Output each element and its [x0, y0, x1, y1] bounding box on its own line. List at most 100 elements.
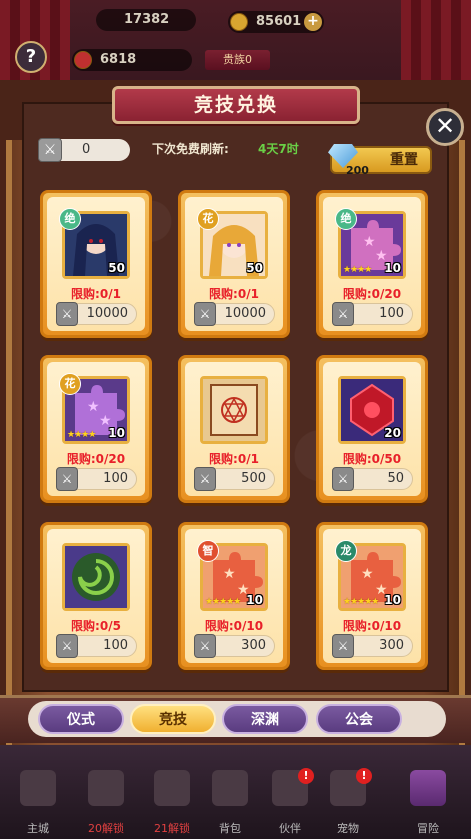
tab-guild[interactable]: 公会 [316, 704, 402, 734]
stat-pill: 17382 [96, 9, 196, 31]
power-pill: 6818 [72, 49, 192, 71]
item-thumbnail: ★ ★ 10 ★★★★ 花 [59, 373, 130, 444]
arena-token-icon: ⚔ [194, 302, 216, 326]
price-tag: ⚔ 300 [194, 634, 275, 658]
tab-abyss[interactable]: 深渊 [222, 704, 308, 734]
item-thumbnail: 50 花 [197, 208, 268, 279]
arena-token-counter: ⚔ 0 [38, 138, 130, 162]
card-inner: 限购:0/5 ⚔ 100 [47, 529, 145, 663]
reset-label: 重置 [390, 152, 418, 168]
nav-item[interactable]: 冒险 [400, 770, 456, 836]
svg-text:★: ★ [363, 234, 376, 250]
alert-dot: ! [298, 768, 314, 784]
price-value: 100 [103, 471, 128, 486]
price-value: 500 [241, 471, 266, 486]
faction-badge: 绝 [59, 208, 81, 230]
price-value: 100 [379, 306, 404, 321]
price-value: 10000 [224, 306, 266, 321]
item-thumbnail: ★ ★ 10 ★★★★ 绝 [335, 208, 406, 279]
nav-label: 伙伴 [279, 822, 301, 835]
nav-item[interactable]: ! 宠物 [320, 768, 376, 836]
item-thumbnail [62, 543, 130, 611]
shop-item-card[interactable]: 50 绝限购:0/1 ⚔ 10000 [40, 190, 152, 338]
card-inner: 限购:0/1 ⚔ 500 [185, 362, 283, 496]
reset-button[interactable]: 200 重置 [328, 144, 432, 177]
nav-item[interactable]: 20解锁 [78, 770, 134, 836]
item-quantity: 10 [384, 593, 401, 607]
card-inner: 50 绝限购:0/1 ⚔ 10000 [47, 197, 145, 331]
shop-item-card[interactable]: 20 限购:0/50 ⚔ 50 [316, 355, 428, 503]
shop-item-card[interactable]: ★ ★ 10 ★★★★★ 智限购:0/10 ⚔ 300 [178, 522, 290, 670]
reset-cost: 200 [346, 164, 369, 177]
nav-item[interactable]: 21解锁 [144, 770, 200, 836]
nav-item[interactable]: 主城 [10, 770, 66, 836]
arena-token-icon: ⚔ [194, 634, 216, 658]
purchase-limit: 限购:0/1 [209, 287, 259, 301]
shop-item-card[interactable]: 限购:0/1 ⚔ 500 [178, 355, 290, 503]
lock-icon [88, 770, 124, 806]
purchase-limit: 限购:0/10 [342, 619, 402, 633]
item-stars: ★★★★ [67, 430, 96, 440]
card-inner: ★ ★ 10 ★★★★ 花限购:0/20 ⚔ 100 [47, 362, 145, 496]
refresh-label: 下次免费刷新: [152, 142, 229, 156]
arena-token-icon: ⚔ [332, 634, 354, 658]
item-quantity: 10 [246, 593, 263, 607]
top-status-bar: 17382 85601 + 6818 ? 贵族0 [0, 0, 471, 80]
price-tag: ⚔ 100 [56, 467, 137, 491]
purchase-limit: 限购:0/10 [204, 619, 264, 633]
faction-badge: 绝 [335, 208, 357, 230]
price-tag: ⚔ 100 [332, 302, 413, 326]
close-button[interactable]: ✕ [426, 108, 464, 146]
price-tag: ⚔ 500 [194, 467, 275, 491]
purchase-limit: 限购:0/1 [209, 452, 259, 466]
svg-text:★: ★ [223, 566, 236, 582]
gold-coin-icon [230, 13, 248, 31]
price-tag: ⚔ 50 [332, 467, 413, 491]
item-thumbnail: 20 [338, 376, 406, 444]
arena-token-icon: ⚔ [56, 302, 78, 326]
purchase-limit: 限购:0/50 [342, 452, 402, 466]
shop-item-card[interactable]: 50 花限购:0/1 ⚔ 10000 [178, 190, 290, 338]
price-value: 10000 [86, 306, 128, 321]
alert-dot: ! [356, 768, 372, 784]
tab-arena[interactable]: 竞技 [130, 704, 216, 734]
item-thumbnail: 50 绝 [59, 208, 130, 279]
add-gold-button[interactable]: + [304, 13, 322, 31]
shop-item-card[interactable]: 限购:0/5 ⚔ 100 [40, 522, 152, 670]
tab-ritual[interactable]: 仪式 [38, 704, 124, 734]
nav-item[interactable]: ! 伙伴 [262, 768, 318, 836]
card-inner: ★ ★ 10 ★★★★★ 龙限购:0/10 ⚔ 300 [323, 529, 421, 663]
card-inner: 20 限购:0/50 ⚔ 50 [323, 362, 421, 496]
help-button[interactable]: ? [15, 41, 47, 73]
shop-item-card[interactable]: ★ ★ 10 ★★★★ 绝限购:0/20 ⚔ 100 [316, 190, 428, 338]
refresh-timer: 4天7时 [258, 142, 299, 156]
card-inner: 50 花限购:0/1 ⚔ 10000 [185, 197, 283, 331]
item-thumbnail [200, 376, 268, 444]
item-thumbnail: ★ ★ 10 ★★★★★ 智 [197, 540, 268, 611]
arena-token-icon: ⚔ [56, 467, 78, 491]
price-tag: ⚔ 300 [332, 634, 413, 658]
arena-token-icon: ⚔ [332, 302, 354, 326]
noble-badge[interactable]: 贵族0 [205, 50, 270, 70]
nav-label: 21解锁 [154, 822, 190, 835]
arena-token-icon: ⚔ [38, 138, 62, 162]
card-inner: ★ ★ 10 ★★★★ 绝限购:0/20 ⚔ 100 [323, 197, 421, 331]
shop-item-card[interactable]: ★ ★ 10 ★★★★ 花限购:0/20 ⚔ 100 [40, 355, 152, 503]
arena-token-icon: ⚔ [332, 467, 354, 491]
price-value: 300 [379, 638, 404, 653]
nav-label: 主城 [27, 822, 49, 835]
faction-badge: 花 [59, 373, 81, 395]
castle-icon [20, 770, 56, 806]
price-value: 300 [241, 638, 266, 653]
purchase-limit: 限购:0/1 [71, 287, 121, 301]
bag-icon [212, 770, 248, 806]
shop-item-card[interactable]: ★ ★ 10 ★★★★★ 龙限购:0/10 ⚔ 300 [316, 522, 428, 670]
curtain-right [401, 0, 471, 80]
price-tag: ⚔ 100 [56, 634, 137, 658]
price-tag: ⚔ 10000 [194, 302, 275, 326]
purchase-limit: 限购:0/20 [342, 287, 402, 301]
nav-item[interactable]: 背包 [202, 770, 258, 836]
faction-badge: 龙 [335, 540, 357, 562]
arena-token-icon: ⚔ [56, 634, 78, 658]
price-tag: ⚔ 10000 [56, 302, 137, 326]
